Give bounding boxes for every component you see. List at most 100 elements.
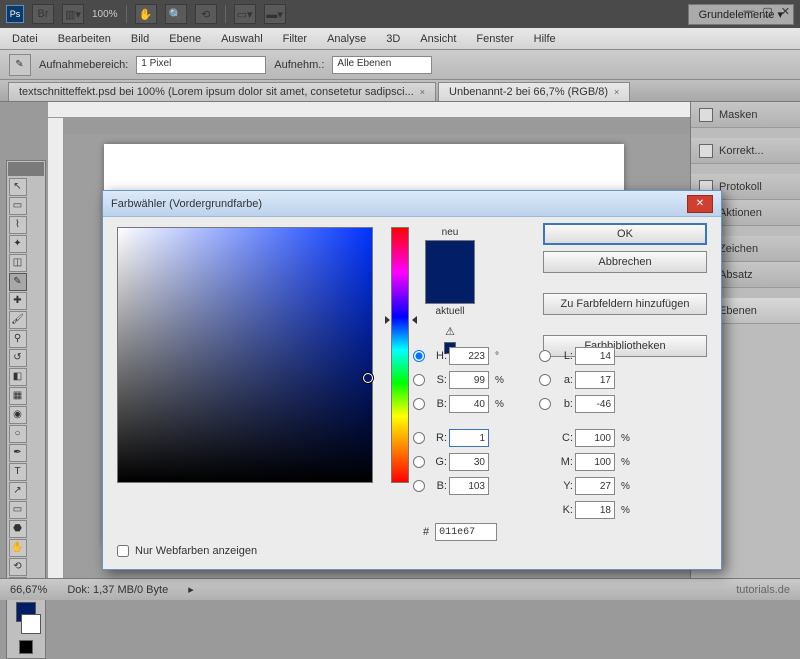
menu-ansicht[interactable]: Ansicht xyxy=(412,30,464,48)
sample-size-select[interactable]: 1 Pixel xyxy=(136,56,266,74)
label-hex: # xyxy=(423,526,429,538)
add-swatch-button[interactable]: Zu Farbfeldern hinzufügen xyxy=(543,293,707,315)
history-brush-tool[interactable]: ↺ xyxy=(9,349,27,367)
menu-filter[interactable]: Filter xyxy=(275,30,315,48)
bridge-button[interactable]: Br xyxy=(32,4,54,24)
input-g[interactable] xyxy=(449,453,489,471)
3d-tool[interactable]: ⬣ xyxy=(9,520,27,538)
menu-hilfe[interactable]: Hilfe xyxy=(526,30,564,48)
ruler-horizontal xyxy=(48,102,690,118)
color-picker-dialog: Farbwähler (Vordergrundfarbe) ✕ neu aktu… xyxy=(102,190,722,570)
radio-g[interactable] xyxy=(413,456,425,468)
gamut-warning-icon[interactable]: ⚠ xyxy=(445,325,455,338)
input-m[interactable] xyxy=(575,453,615,471)
quickmask-toggle[interactable] xyxy=(19,640,33,654)
preview-new[interactable] xyxy=(426,241,474,272)
path-tool[interactable]: ↗ xyxy=(9,482,27,500)
arrange-button[interactable]: ▬▾ xyxy=(264,4,286,24)
type-tool[interactable]: T xyxy=(9,463,27,481)
input-bv[interactable] xyxy=(449,395,489,413)
radio-s[interactable] xyxy=(413,374,425,386)
label-h: H: xyxy=(429,350,449,362)
menu-fenster[interactable]: Fenster xyxy=(468,30,521,48)
background-swatch[interactable] xyxy=(21,614,41,634)
radio-h[interactable] xyxy=(413,350,425,362)
maximize-icon[interactable]: ▢ xyxy=(762,5,772,18)
dialog-title: Farbwähler (Vordergrundfarbe) xyxy=(111,198,262,210)
sample-layers-select[interactable]: Alle Ebenen xyxy=(332,56,432,74)
input-k[interactable] xyxy=(575,501,615,519)
gradient-tool[interactable]: ▦ xyxy=(9,387,27,405)
radio-r[interactable] xyxy=(413,432,425,444)
panel-masken[interactable]: Masken xyxy=(691,102,800,128)
input-a[interactable] xyxy=(575,371,615,389)
move-tool[interactable]: ↖ xyxy=(9,178,27,196)
close-icon[interactable]: ✕ xyxy=(781,5,790,18)
tab-document-2[interactable]: Unbenannt-2 bei 66,7% (RGB/8)× xyxy=(438,82,630,101)
radio-l[interactable] xyxy=(539,350,551,362)
tab-close-icon[interactable]: × xyxy=(614,87,619,97)
lasso-tool[interactable]: ⌇ xyxy=(9,216,27,234)
minimize-icon[interactable]: — xyxy=(743,5,754,18)
label-a: a: xyxy=(555,374,575,386)
menu-ebene[interactable]: Ebene xyxy=(161,30,209,48)
input-bl[interactable] xyxy=(575,395,615,413)
marquee-tool[interactable]: ▭ xyxy=(9,197,27,215)
ok-button[interactable]: OK xyxy=(543,223,707,245)
status-zoom[interactable]: 66,67% xyxy=(10,584,47,596)
input-h[interactable] xyxy=(449,347,489,365)
radio-bl[interactable] xyxy=(539,398,551,410)
cancel-button[interactable]: Abbrechen xyxy=(543,251,707,273)
layout-button[interactable]: ▥▾ xyxy=(62,4,84,24)
screen-mode-button[interactable]: ▭▾ xyxy=(234,4,256,24)
heal-tool[interactable]: ✚ xyxy=(9,292,27,310)
radio-a[interactable] xyxy=(539,374,551,386)
dialog-titlebar[interactable]: Farbwähler (Vordergrundfarbe) ✕ xyxy=(103,191,721,217)
input-c[interactable] xyxy=(575,429,615,447)
zoom-button[interactable]: 🔍 xyxy=(165,4,187,24)
input-r[interactable] xyxy=(449,429,489,447)
stamp-tool[interactable]: ⚲ xyxy=(9,330,27,348)
eyedropper-icon[interactable]: ✎ xyxy=(9,54,31,76)
shape-tool[interactable]: ▭ xyxy=(9,501,27,519)
hand-button[interactable]: ✋ xyxy=(135,4,157,24)
sv-cursor[interactable] xyxy=(363,373,373,383)
menu-datei[interactable]: Datei xyxy=(4,30,46,48)
hue-pointer[interactable] xyxy=(386,316,416,324)
status-arrow-icon[interactable]: ▸ xyxy=(188,583,194,596)
toolbox-grip[interactable] xyxy=(8,162,44,176)
rotate-tool[interactable]: ⟲ xyxy=(9,558,27,576)
dialog-close-button[interactable]: ✕ xyxy=(687,195,713,213)
menu-3d[interactable]: 3D xyxy=(378,30,408,48)
radio-bv[interactable] xyxy=(413,398,425,410)
blur-tool[interactable]: ◉ xyxy=(9,406,27,424)
tab-document-1[interactable]: textschnitteffekt.psd bei 100% (Lorem ip… xyxy=(8,82,436,101)
input-y[interactable] xyxy=(575,477,615,495)
hue-slider[interactable] xyxy=(391,227,409,483)
saturation-value-field[interactable] xyxy=(117,227,373,483)
menu-bearbeiten[interactable]: Bearbeiten xyxy=(50,30,119,48)
dodge-tool[interactable]: ○ xyxy=(9,425,27,443)
web-colors-input[interactable] xyxy=(117,545,129,557)
label-bb: B: xyxy=(429,480,449,492)
input-s[interactable] xyxy=(449,371,489,389)
tab-close-icon[interactable]: × xyxy=(420,87,425,97)
crop-tool[interactable]: ◫ xyxy=(9,254,27,272)
eraser-tool[interactable]: ◧ xyxy=(9,368,27,386)
eyedropper-tool[interactable]: ✎ xyxy=(9,273,27,291)
pen-tool[interactable]: ✒ xyxy=(9,444,27,462)
web-colors-checkbox[interactable]: Nur Webfarben anzeigen xyxy=(117,545,257,557)
menu-auswahl[interactable]: Auswahl xyxy=(213,30,271,48)
preview-current[interactable] xyxy=(426,272,474,303)
menu-bild[interactable]: Bild xyxy=(123,30,157,48)
input-l[interactable] xyxy=(575,347,615,365)
input-hex[interactable] xyxy=(435,523,497,541)
radio-bb[interactable] xyxy=(413,480,425,492)
wand-tool[interactable]: ✦ xyxy=(9,235,27,253)
panel-korrekturen[interactable]: Korrekt... xyxy=(691,138,800,164)
input-bb[interactable] xyxy=(449,477,489,495)
rotate-button[interactable]: ⟲ xyxy=(195,4,217,24)
hand-tool[interactable]: ✋ xyxy=(9,539,27,557)
menu-analyse[interactable]: Analyse xyxy=(319,30,374,48)
brush-tool[interactable]: 🖌 xyxy=(9,311,27,329)
